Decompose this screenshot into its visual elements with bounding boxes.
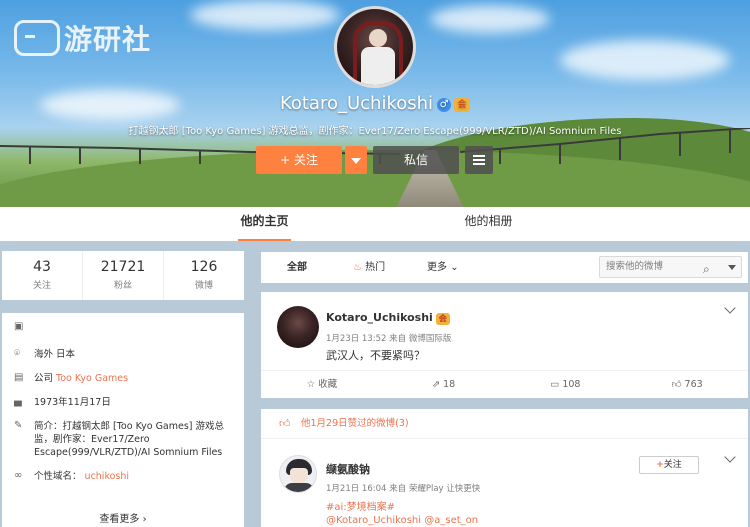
- watermark-logo: 游研社: [14, 14, 151, 62]
- follow-dropdown-button[interactable]: [345, 146, 367, 174]
- edit-icon: ✎: [14, 420, 23, 431]
- filter-hot[interactable]: ♨ 热门: [353, 252, 385, 283]
- liked-post-mentions[interactable]: @Kotaro_Uchikoshi @a_set_on: [326, 515, 478, 526]
- favorite-button[interactable]: ☆ 收藏: [261, 371, 383, 398]
- liked-post-meta: 1月21日 16:04 来自 荣耀Play 让快更快: [326, 484, 481, 494]
- cake-icon: ▄: [14, 396, 22, 407]
- liked-author-follow-button[interactable]: +关注: [639, 456, 699, 474]
- post-meta: 1月23日 13:52 来自 微博国际版: [326, 334, 452, 344]
- post-actions: ☆ 收藏 ⇗ 18 ▭ 108 👍︎ 763: [261, 370, 748, 398]
- liked-post-author[interactable]: 缬氨酸钠: [326, 461, 370, 477]
- info-intro-row: ✎ 简介：打越钢太郎 [Too Kyo Games] 游戏总监，剧作家：Ever…: [14, 420, 225, 458]
- tab-home[interactable]: 他的主页: [238, 207, 291, 241]
- profile-info-card: ▣ ⌾ 海外 日本 ▤ 公司 Too Kyo Games ▄ 1973年11月1…: [2, 313, 244, 527]
- post-author[interactable]: Kotaro_Uchikoshi 会: [326, 311, 450, 325]
- comment-icon: ▭: [550, 379, 560, 390]
- repost-button[interactable]: ⇗ 18: [383, 371, 505, 398]
- link-icon: ∞: [14, 470, 23, 481]
- liked-posts-header[interactable]: 👍︎ 他1月29日赞过的微博(3): [261, 409, 748, 439]
- filter-more[interactable]: 更多 ⌄: [427, 252, 459, 283]
- cloud: [430, 5, 550, 33]
- bookmark-icon: ▣: [14, 321, 24, 332]
- search-icon[interactable]: ⌕: [703, 259, 719, 276]
- cloud: [560, 40, 730, 80]
- liked-post-hashtag[interactable]: #ai:梦境档案#: [326, 498, 395, 513]
- profile-bio: 打越钢太郎 [Too Kyo Games] 游戏总监，剧作家：Ever17/Ze…: [128, 126, 622, 137]
- star-icon: ☆: [306, 379, 316, 390]
- stat-following[interactable]: 43 关注: [2, 251, 83, 300]
- liked-post-avatar[interactable]: [279, 455, 317, 493]
- weibo-search-input[interactable]: 搜索他的微博 ⌕: [599, 256, 742, 278]
- profile-cover: 游研社 Kotaro_Uchikoshi ♂ 会 打越钢太郎 [Too Kyo Ga…: [0, 0, 750, 207]
- flame-icon: ♨: [353, 262, 362, 273]
- profile-username: Kotaro_Uchikoshi ♂ 会: [0, 93, 750, 114]
- stat-followers[interactable]: 21721 粉丝: [83, 251, 164, 300]
- info-company-row: ▤ 公司 Too Kyo Games: [14, 372, 129, 384]
- repost-icon: ⇗: [432, 379, 441, 390]
- domain-link[interactable]: uchikoshi: [85, 471, 130, 482]
- cloud: [190, 0, 340, 30]
- liked-post-menu-chevron-icon[interactable]: [724, 451, 736, 463]
- more-menu-button[interactable]: [465, 146, 493, 174]
- profile-avatar[interactable]: [334, 6, 416, 88]
- info-domain-row: ∞ 个性域名： uchikoshi: [14, 470, 130, 482]
- filter-all[interactable]: 全部: [287, 252, 307, 283]
- info-birthday-row: ▄ 1973年11月17日: [14, 396, 111, 408]
- location-icon: ⌾: [14, 348, 20, 359]
- vip-badge-icon[interactable]: 会: [454, 98, 471, 112]
- weibo-post: Kotaro_Uchikoshi 会 1月23日 13:52 来自 微博国际版 武…: [261, 292, 748, 398]
- male-icon: ♂: [437, 98, 452, 112]
- thumbs-up-icon: 👍︎: [671, 379, 682, 390]
- message-button[interactable]: 私信: [373, 146, 459, 174]
- search-dropdown-icon[interactable]: [728, 265, 736, 270]
- post-avatar[interactable]: [277, 306, 319, 348]
- info-location-row: ⌾ 海外 日本: [14, 348, 76, 360]
- profile-tabs: 他的主页 他的相册: [0, 207, 750, 241]
- tab-album[interactable]: 他的相册: [462, 207, 515, 241]
- post-text: 武汉人，不要紧吗？: [326, 349, 425, 362]
- follow-button[interactable]: + 关注: [256, 146, 342, 174]
- briefcase-icon: ▤: [14, 372, 24, 383]
- profile-stats: 43 关注 21721 粉丝 126 微博: [2, 251, 244, 300]
- post-menu-chevron-icon[interactable]: [724, 302, 736, 314]
- chevron-down-icon: ⌄: [450, 262, 459, 273]
- stat-posts[interactable]: 126 微博: [164, 251, 244, 300]
- company-link[interactable]: Too Kyo Games: [56, 373, 128, 384]
- info-verified-row: ▣: [14, 321, 232, 335]
- liked-posts-card: 👍︎ 他1月29日赞过的微博(3) 缬氨酸钠 1月21日 16:04 来自 荣耀P…: [261, 409, 748, 527]
- vip-badge-icon: 会: [435, 313, 450, 325]
- feed-filter-bar: 全部 ♨ 热门 更多 ⌄ 搜索他的微博 ⌕: [261, 252, 748, 283]
- comment-button[interactable]: ▭ 108: [505, 371, 627, 398]
- gamepad-icon: [14, 20, 60, 56]
- like-button[interactable]: 👍︎ 763: [626, 371, 748, 398]
- see-more-link[interactable]: 查看更多 ›: [2, 510, 244, 525]
- thumbs-up-icon: 👍︎: [279, 417, 291, 430]
